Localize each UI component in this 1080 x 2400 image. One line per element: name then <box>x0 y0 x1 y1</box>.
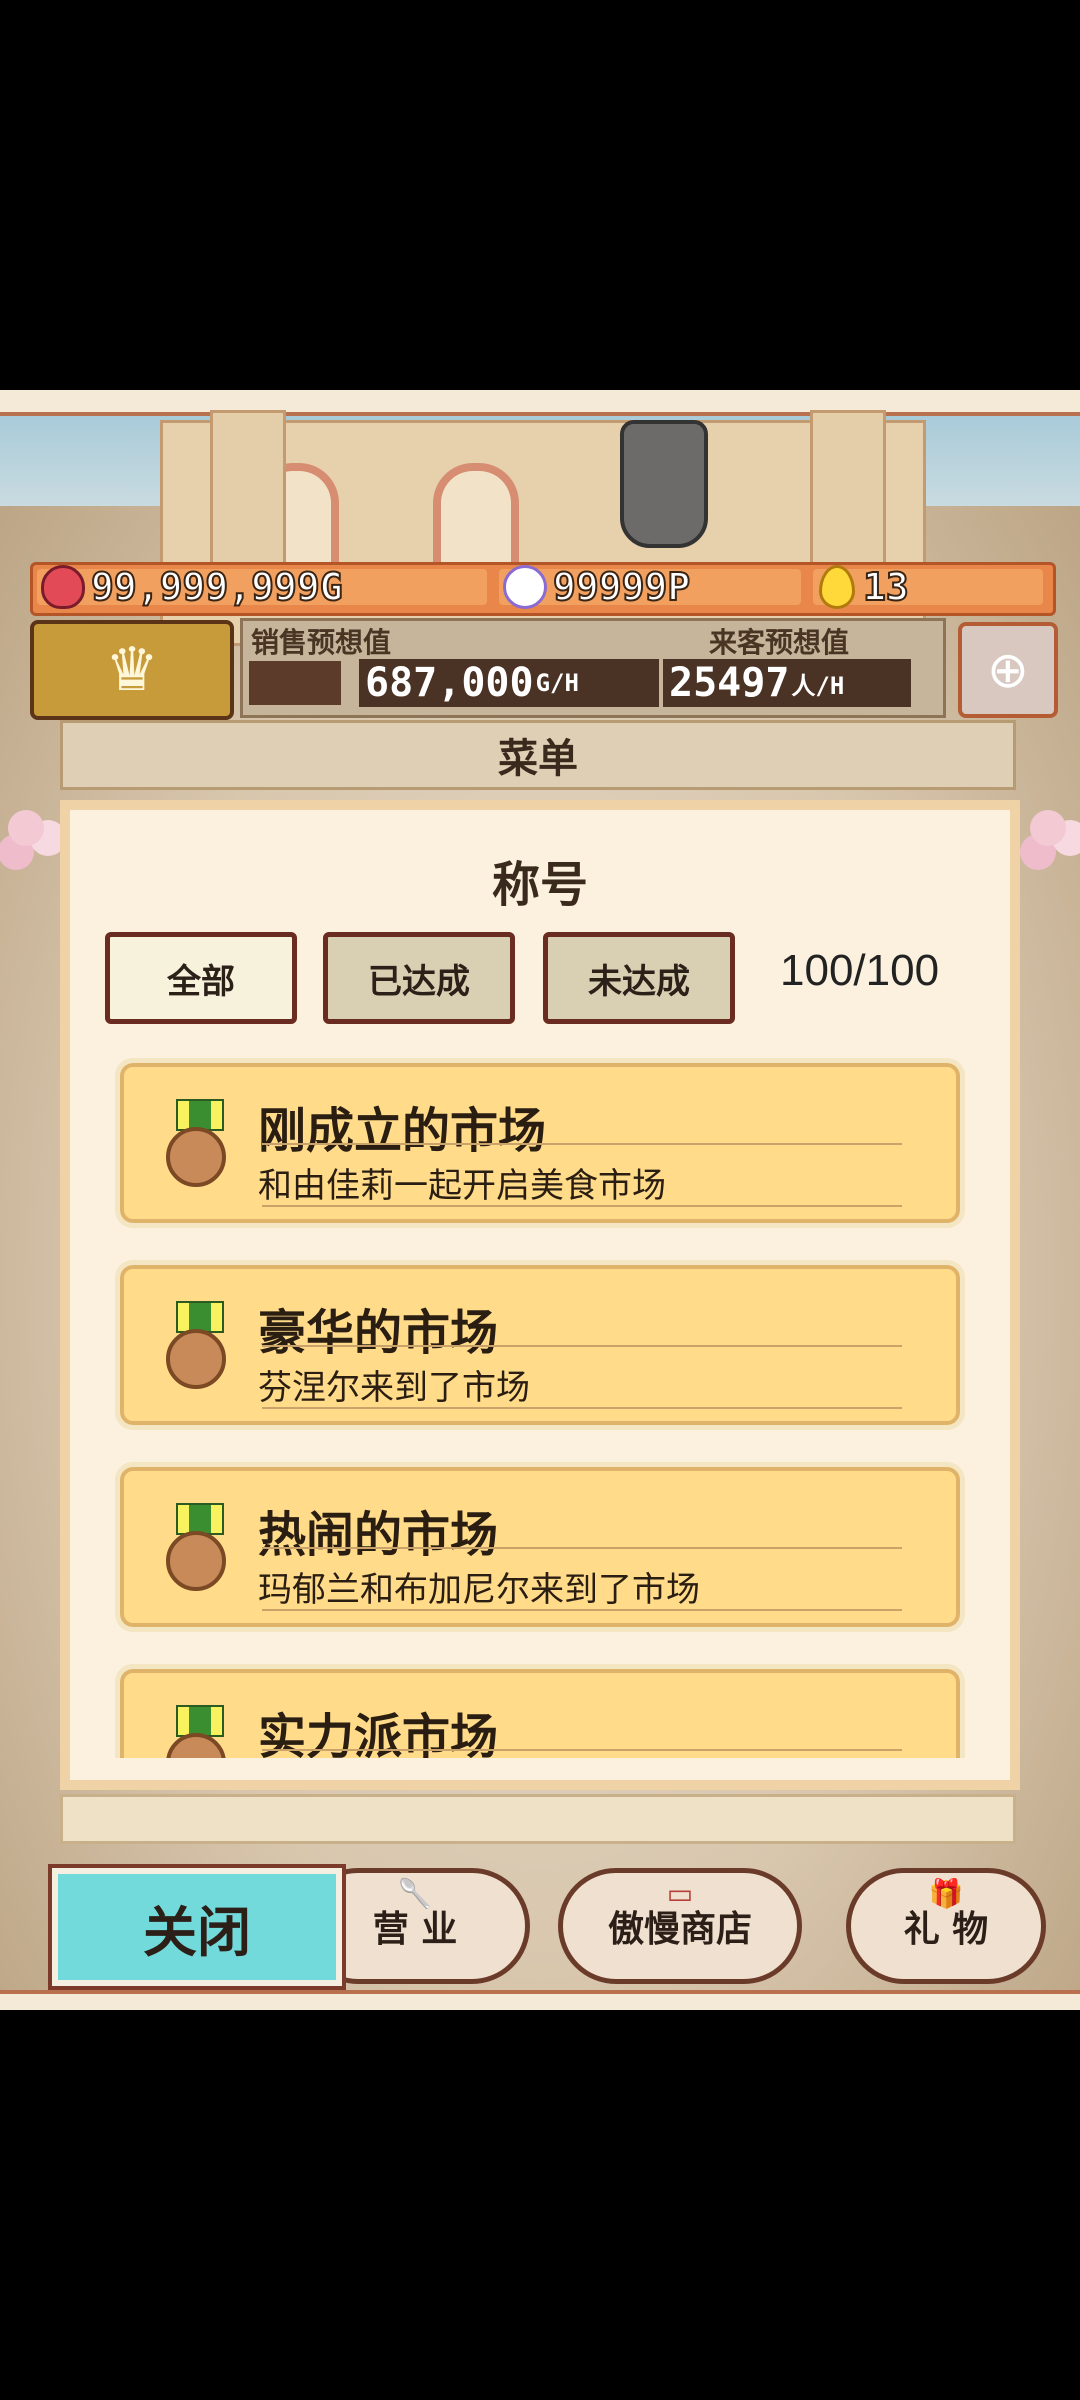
medal-ribbon-icon <box>176 1705 224 1737</box>
sales-forecast-value: 687,000 G/H <box>359 659 659 707</box>
visitors-forecast-label: 来客预想值 <box>709 626 850 659</box>
eggs-display: 13 <box>813 564 1043 610</box>
crown-ranking-button[interactable]: ♛ <box>30 620 234 720</box>
menu-header: 菜单 <box>60 720 1016 790</box>
tab-not-achieved[interactable]: 未达成 <box>543 932 735 1024</box>
currency-bar: 99,999,999G 99999P 13 <box>30 562 1056 616</box>
visitors-unit: 人/H <box>791 671 845 700</box>
frame-bottom <box>0 1990 1080 2010</box>
title-card[interactable]: 刚成立的市场 和由佳莉一起开启美食市场 <box>115 1058 965 1228</box>
divider <box>262 1547 902 1549</box>
panel-footer <box>60 1794 1016 1844</box>
close-button[interactable]: 关闭 <box>48 1864 346 1990</box>
bronze-medal-icon <box>166 1127 226 1187</box>
tab-label: 全部 <box>167 961 235 1002</box>
title-description: 芬涅尔来到了市场 <box>258 1368 530 1408</box>
divider <box>262 1609 902 1611</box>
divider <box>262 1143 902 1145</box>
divider <box>262 1205 902 1207</box>
add-friend-button[interactable]: ⊕ <box>958 622 1058 718</box>
gold-amount: 99,999,999G <box>90 564 344 610</box>
achievement-count: 100/100 <box>780 946 940 995</box>
title-description: 和由佳莉一起开启美食市场 <box>258 1166 666 1206</box>
gift-button[interactable]: 🎁 礼 物 <box>846 1868 1046 1984</box>
tab-all[interactable]: 全部 <box>105 932 297 1024</box>
add-friend-icon: ⊕ <box>987 641 1029 699</box>
frame-top <box>0 390 1080 416</box>
title-name: 豪华的市场 <box>258 1305 499 1361</box>
divider <box>262 1407 902 1409</box>
title-description: 玛郁兰和布加尼尔来到了市场 <box>258 1570 700 1610</box>
gold-display: 99,999,999G <box>37 564 487 610</box>
bronze-medal-icon <box>166 1329 226 1389</box>
tab-label: 已达成 <box>368 961 470 1002</box>
cat-character-sprite[interactable] <box>594 420 734 548</box>
medal-ribbon-icon <box>176 1503 224 1535</box>
divider <box>262 1749 902 1751</box>
panel-title: 称号 <box>491 857 588 913</box>
medal-ribbon-icon <box>176 1099 224 1131</box>
menu-title: 菜单 <box>498 736 578 782</box>
bronze-medal-icon <box>166 1531 226 1591</box>
gift-icon: 🎁 <box>928 1877 964 1910</box>
flower-decoration <box>8 810 44 846</box>
visitors-value: 25497 <box>669 660 790 706</box>
sales-unit: G/H <box>535 669 579 697</box>
title-card[interactable]: 实力派市场 <box>115 1664 965 1758</box>
close-label: 关闭 <box>143 1900 251 1964</box>
visitors-forecast-value: 25497 人/H <box>663 659 911 707</box>
smile-face-icon <box>503 565 547 609</box>
eggs-amount: 13 <box>862 564 910 610</box>
title-name: 热闹的市场 <box>258 1507 499 1563</box>
pride-shop-button[interactable]: ▭ 傲慢商店 <box>558 1868 802 1984</box>
shop-icon: ▭ <box>666 1877 694 1910</box>
forecast-panel: 销售预想值 来客预想值 687,000 G/H 25497 人/H <box>240 618 946 718</box>
money-bag-icon <box>41 565 85 609</box>
medal-ribbon-icon <box>176 1301 224 1333</box>
tab-label: 未达成 <box>588 961 690 1002</box>
crown-icon: ♛ <box>105 635 159 705</box>
golden-egg-icon <box>819 565 855 609</box>
tab-achieved[interactable]: 已达成 <box>323 932 515 1024</box>
sales-forecast-label: 销售预想值 <box>251 626 392 659</box>
points-display: 99999P <box>499 564 801 610</box>
title-card[interactable]: 豪华的市场 芬涅尔来到了市场 <box>115 1260 965 1430</box>
title-card[interactable]: 热闹的市场 玛郁兰和布加尼尔来到了市场 <box>115 1462 965 1632</box>
game-screen: 99,999,999G 99999P 13 ♛ 销售预想值 来客预想值 687,… <box>0 390 1080 2010</box>
sales-value: 687,000 <box>365 660 534 706</box>
points-amount: 99999P <box>552 564 691 610</box>
sales-progress-bar <box>249 661 341 705</box>
flower-decoration <box>1030 810 1066 846</box>
cooking-icon: 🥄 <box>397 1877 433 1910</box>
divider <box>262 1345 902 1347</box>
title-name: 刚成立的市场 <box>258 1103 547 1159</box>
title-list[interactable]: 刚成立的市场 和由佳莉一起开启美食市场 豪华的市场 芬涅尔来到了市场 热闹的市场… <box>115 1058 965 1758</box>
